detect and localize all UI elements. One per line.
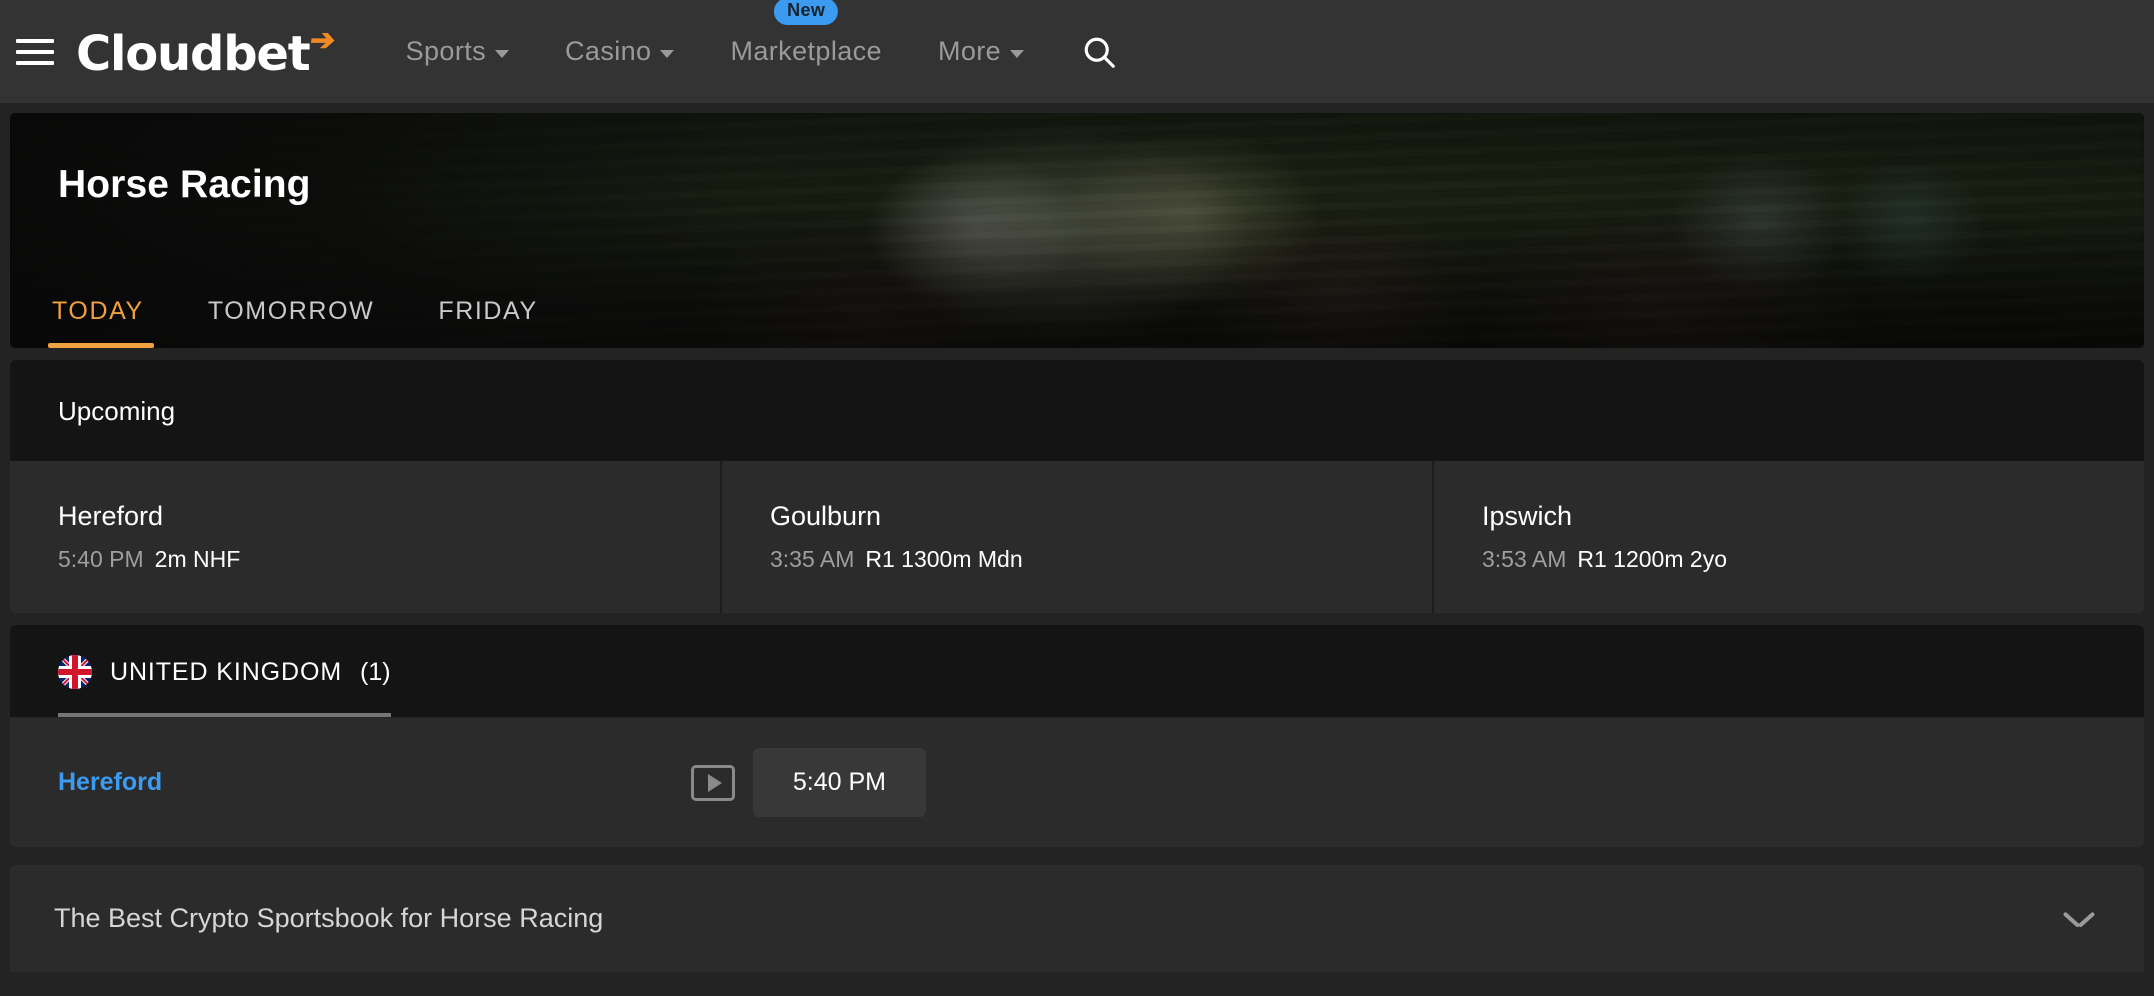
nav-item-marketplace[interactable]: New Marketplace bbox=[702, 0, 909, 103]
race-venue: Ipswich bbox=[1482, 501, 1573, 531]
stream-play-icon[interactable] bbox=[690, 764, 735, 801]
hamburger-bar bbox=[16, 60, 54, 65]
nav-item-more[interactable]: More bbox=[910, 0, 1052, 103]
main-nav-links: Sports Casino New Marketplace More bbox=[378, 0, 1124, 103]
country-event-count: (1) bbox=[360, 657, 391, 686]
seo-accordion-title: The Best Crypto Sportsbook for Horse Rac… bbox=[54, 903, 604, 933]
lightning-bolt-icon: ➔ bbox=[308, 23, 338, 57]
tab-friday[interactable]: FRIDAY bbox=[406, 297, 569, 348]
day-tabs: TODAY TOMORROW FRIDAY bbox=[20, 268, 2144, 348]
country-header: UNITED KINGDOM (1) bbox=[10, 625, 2144, 717]
search-icon[interactable] bbox=[1074, 27, 1124, 77]
hamburger-menu-icon[interactable] bbox=[14, 31, 56, 73]
seo-accordion[interactable]: The Best Crypto Sportsbook for Horse Rac… bbox=[10, 865, 2144, 972]
nav-item-label: Sports bbox=[405, 36, 487, 66]
upcoming-race-card[interactable]: Goulburn 3:35 AM R1 1300m Mdn bbox=[722, 461, 1434, 613]
tab-tomorrow[interactable]: TOMORROW bbox=[176, 297, 407, 348]
content-container: Horse Racing TODAY TOMORROW FRIDAY Upcom… bbox=[0, 103, 2154, 972]
nav-item-label: Casino bbox=[565, 36, 652, 66]
cloudbet-logo[interactable]: Cloudbet ➔ bbox=[76, 23, 338, 82]
race-detail: R1 1200m 2yo bbox=[1577, 546, 1727, 572]
nav-item-sports[interactable]: Sports bbox=[378, 0, 537, 103]
upcoming-header: Upcoming bbox=[10, 360, 2144, 461]
race-time: 3:35 AM bbox=[770, 546, 855, 572]
race-detail: 2m NHF bbox=[154, 546, 241, 572]
race-meta: 3:35 AM R1 1300m Mdn bbox=[770, 546, 1432, 573]
race-venue: Hereford bbox=[58, 501, 164, 531]
chevron-down-icon[interactable] bbox=[2064, 911, 2094, 927]
nav-item-label: More bbox=[937, 36, 1002, 66]
hero-banner: Horse Racing TODAY TOMORROW FRIDAY bbox=[10, 113, 2144, 348]
nav-item-casino[interactable]: Casino bbox=[537, 0, 702, 103]
upcoming-panel: Upcoming Hereford 5:40 PM 2m NHF Goulburn… bbox=[10, 360, 2144, 613]
event-row[interactable]: Hereford 5:40 PM bbox=[10, 717, 2144, 847]
race-time: 5:40 PM bbox=[58, 546, 144, 572]
race-meta: 3:53 AM R1 1200m 2yo bbox=[1482, 546, 2144, 573]
hamburger-bar bbox=[16, 49, 54, 54]
event-name-link[interactable]: Hereford bbox=[58, 768, 162, 797]
country-panel: UNITED KINGDOM (1) Hereford 5:40 PM bbox=[10, 625, 2144, 847]
country-tab-united-kingdom[interactable]: UNITED KINGDOM (1) bbox=[58, 655, 391, 717]
tab-today[interactable]: TODAY bbox=[20, 297, 176, 348]
upcoming-race-list: Hereford 5:40 PM 2m NHF Goulburn 3:35 AM R… bbox=[10, 461, 2144, 613]
brand-name: Cloudbet bbox=[76, 25, 311, 82]
page-body: Horse Racing TODAY TOMORROW FRIDAY Upcom… bbox=[0, 103, 2154, 996]
race-detail: R1 1300m Mdn bbox=[865, 546, 1023, 572]
chevron-down-icon bbox=[1010, 49, 1025, 58]
chevron-down-icon bbox=[495, 49, 510, 58]
new-badge: New bbox=[774, 0, 839, 25]
upcoming-race-card[interactable]: Hereford 5:40 PM 2m NHF bbox=[10, 461, 722, 613]
top-navigation-bar: Cloudbet ➔ Sports Casino New Marketplace… bbox=[0, 0, 2154, 103]
hamburger-bar bbox=[16, 38, 54, 43]
race-meta: 5:40 PM 2m NHF bbox=[58, 546, 720, 573]
upcoming-title: Upcoming bbox=[58, 396, 176, 426]
event-time-button[interactable]: 5:40 PM bbox=[752, 748, 926, 817]
upcoming-race-card[interactable]: Ipswich 3:53 AM R1 1200m 2yo bbox=[1434, 461, 2144, 613]
page-title: Horse Racing bbox=[58, 163, 311, 206]
race-time: 3:53 AM bbox=[1482, 546, 1567, 572]
nav-item-label: Marketplace bbox=[730, 36, 882, 66]
chevron-down-icon bbox=[660, 49, 675, 58]
united-kingdom-flag-icon bbox=[58, 655, 92, 689]
race-venue: Goulburn bbox=[770, 501, 882, 531]
country-name: UNITED KINGDOM bbox=[110, 657, 343, 686]
